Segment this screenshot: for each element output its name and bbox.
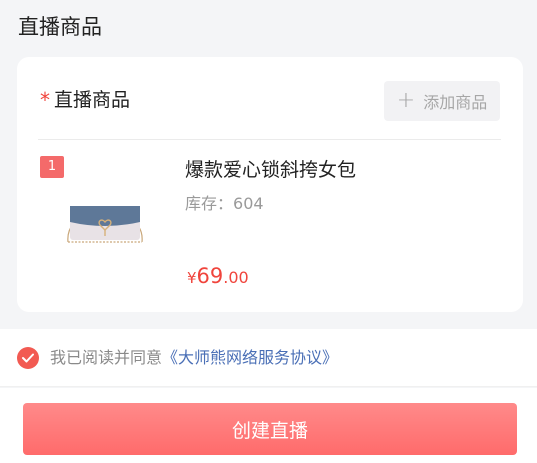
footer: 创建直播 [0, 388, 537, 463]
agreement-text: 我已阅读并同意《大师熊网络服务协议》 [50, 346, 338, 370]
section-title: 直播商品 [18, 15, 102, 39]
product-name: 爆款爱心锁斜挎女包 [185, 159, 357, 181]
rank-badge: 1 [40, 156, 64, 178]
price-integer: 69 [196, 264, 224, 288]
product-stock: 库存：604 [185, 192, 264, 216]
add-product-label: 添加商品 [423, 93, 488, 112]
agreement-bar: 我已阅读并同意《大师熊网络服务协议》 [0, 329, 537, 387]
create-live-button[interactable]: 创建直播 [23, 403, 517, 455]
live-products-card: * 直播商品 + 添加商品 1 爆款爱心锁斜挎女包 库存：604 ¥69.00 [17, 57, 523, 312]
required-mark: * [40, 88, 50, 112]
checkmark-icon [22, 353, 34, 363]
agreement-link[interactable]: 《大师熊网络服务协议》 [162, 348, 338, 367]
agreement-prefix: 我已阅读并同意 [50, 348, 163, 367]
price-decimal: .00 [223, 268, 249, 287]
card-header: * 直播商品 + 添加商品 [17, 57, 523, 139]
agreement-checkbox[interactable] [17, 347, 39, 369]
product-item[interactable]: 1 爆款爱心锁斜挎女包 库存：604 ¥69.00 [17, 140, 523, 310]
price-currency: ¥ [187, 269, 197, 287]
product-price: ¥69.00 [187, 263, 249, 291]
add-product-button[interactable]: + 添加商品 [384, 81, 500, 121]
plus-icon: + [396, 88, 416, 113]
stock-label: 库存： [185, 194, 234, 213]
card-label: 直播商品 [54, 89, 131, 111]
handbag-image [67, 206, 143, 243]
stock-value: 604 [233, 194, 264, 213]
